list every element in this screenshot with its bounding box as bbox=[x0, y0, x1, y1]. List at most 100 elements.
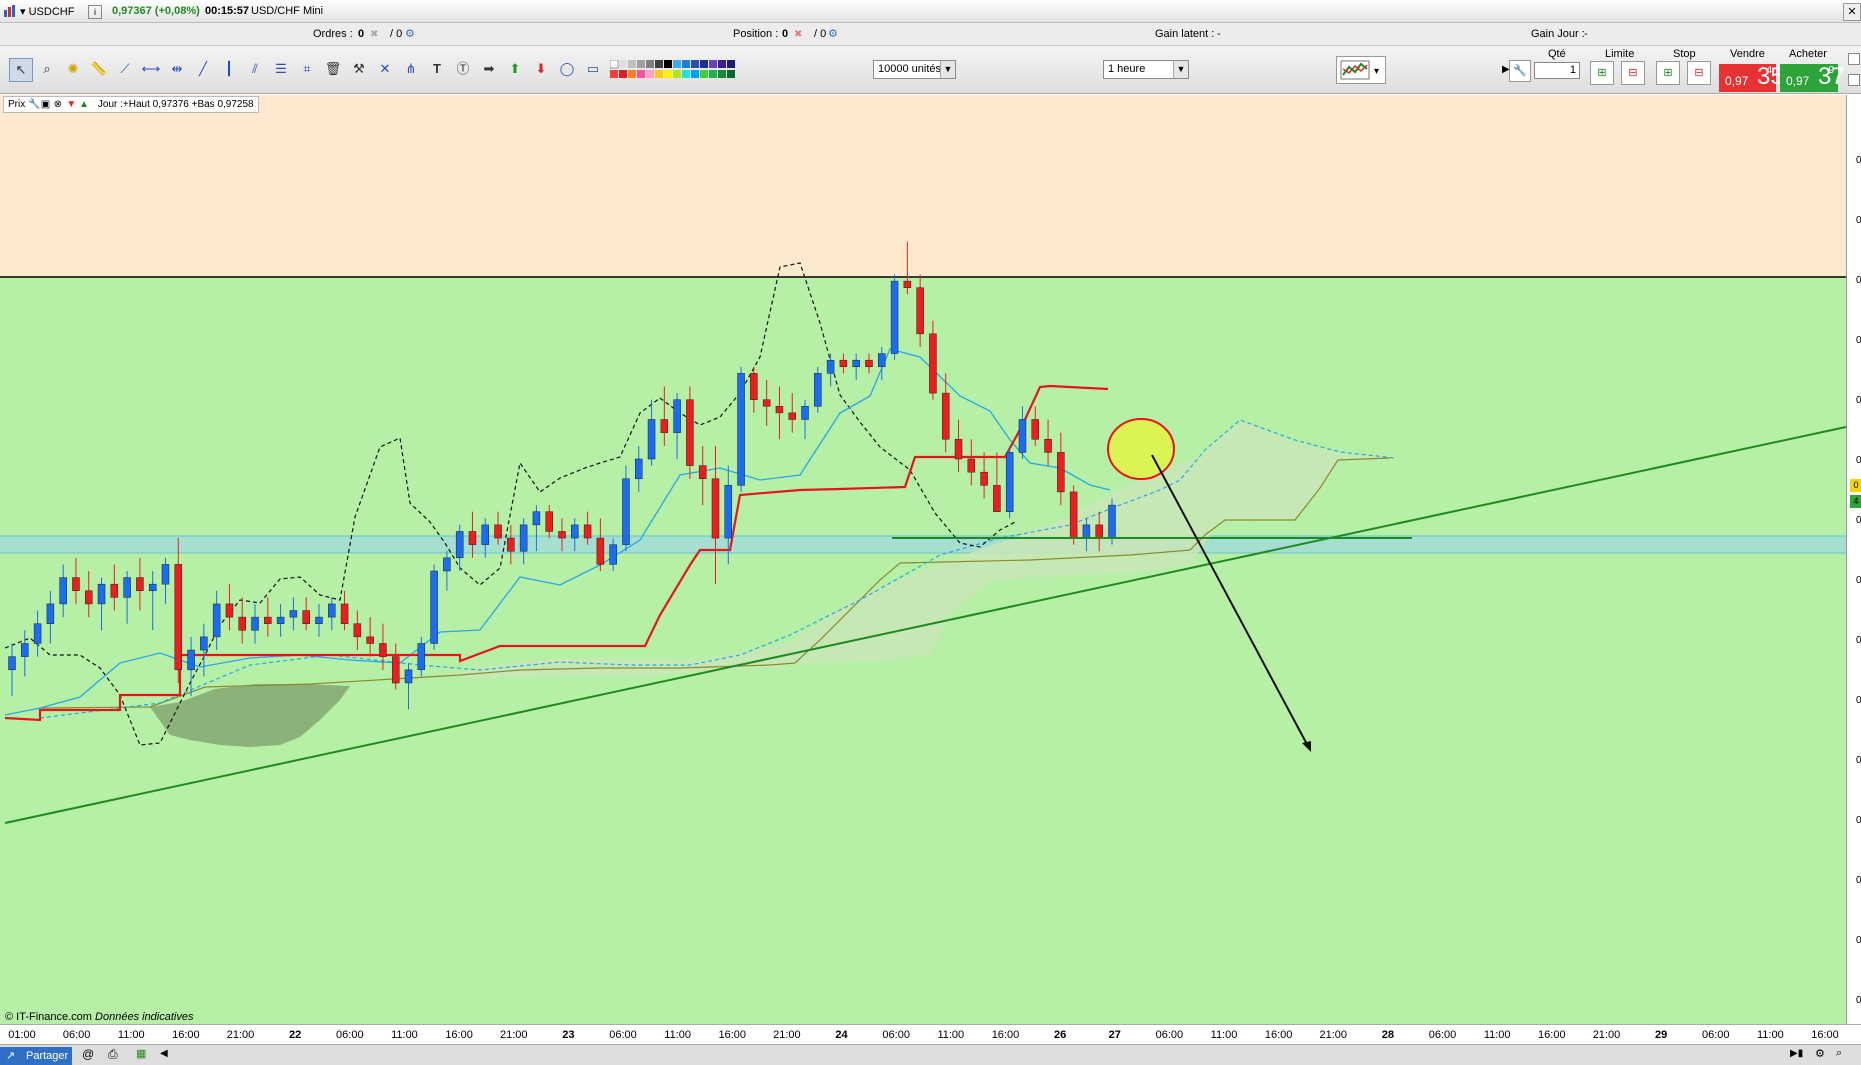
time-axis-day-label: 29 bbox=[1654, 1029, 1668, 1041]
diagonal-line-icon[interactable]: ╱ bbox=[192, 58, 214, 80]
trendline-icon[interactable]: ⟋ bbox=[114, 58, 136, 80]
bearish-candle bbox=[967, 458, 976, 473]
time-axis-day-label: 23 bbox=[562, 1029, 575, 1041]
vertical-line-icon[interactable]: ┃ bbox=[218, 58, 240, 80]
legend-daily-range: Jour :+Haut 0,97376 +Bas 0,97258 bbox=[97, 99, 254, 110]
bearish-candle bbox=[353, 623, 362, 638]
price-axis-label: 0 bbox=[1856, 455, 1861, 466]
time-axis-label: 11:00 bbox=[937, 1029, 965, 1041]
pointer-icon[interactable]: ↖ bbox=[9, 58, 33, 82]
time-axis-label: 11:00 bbox=[117, 1029, 145, 1041]
color-palette[interactable] bbox=[609, 59, 765, 83]
bearish-candle bbox=[686, 399, 694, 466]
stop-sell-icon[interactable]: ⊟ bbox=[1687, 61, 1711, 85]
arrow-up-icon[interactable]: ⬆ bbox=[504, 58, 526, 80]
info-icon[interactable]: i bbox=[88, 5, 102, 19]
legend-wrench-icon[interactable]: 🔧 bbox=[28, 97, 40, 112]
legend-close-icon[interactable]: ⊗ bbox=[54, 97, 64, 112]
position-settings-icon[interactable]: ⚙ bbox=[828, 27, 838, 40]
checkbox-2[interactable] bbox=[1848, 74, 1860, 86]
bullish-candle bbox=[161, 564, 170, 585]
arrow-right-icon[interactable]: ➡ bbox=[478, 58, 500, 80]
bearish-candle bbox=[1031, 419, 1040, 440]
time-axis-label: 11:00 bbox=[1210, 1029, 1238, 1041]
quantity-select[interactable]: 10000 unités ▼ bbox=[873, 60, 956, 79]
time-axis-label: 21:00 bbox=[773, 1029, 801, 1041]
scroll-left-icon[interactable]: ◀ bbox=[160, 1048, 168, 1059]
price-axis[interactable]: 0 0 0 0 0 0 0 0 0 0 0 0 0 0 0 0 4 bbox=[1846, 95, 1861, 1024]
horizontal-line-icon[interactable]: ⟷ bbox=[140, 58, 162, 80]
fibonacci-icon[interactable]: ☰ bbox=[270, 58, 292, 80]
limit-sell-icon[interactable]: ⊟ bbox=[1621, 61, 1645, 85]
legend-window-icon[interactable]: ▣ bbox=[41, 97, 51, 112]
bullish-candle bbox=[289, 610, 298, 618]
position-separator: / 0 bbox=[814, 28, 827, 40]
excel-icon[interactable]: ▦ bbox=[136, 1047, 146, 1060]
stop-buy-icon[interactable]: ⊞ bbox=[1656, 61, 1680, 85]
channel-icon[interactable]: ⫽ bbox=[244, 58, 266, 80]
time-axis[interactable]: 01:00 06:00 11:00 16:00 21:00 22 06:00 11:00 16:… bbox=[0, 1024, 1861, 1045]
bullish-candle bbox=[622, 478, 630, 545]
settings-icon[interactable]: ⚙ bbox=[1815, 1047, 1825, 1060]
checkbox-1[interactable] bbox=[1848, 53, 1860, 65]
zoom-out-icon[interactable]: ⌕ bbox=[1836, 1047, 1842, 1060]
time-axis-label: 21:00 bbox=[499, 1029, 528, 1041]
bullish-candle bbox=[8, 656, 16, 671]
qty-label: Qté bbox=[1548, 48, 1566, 60]
time-axis-label: 06:00 bbox=[609, 1029, 637, 1041]
sell-button[interactable]: 0,97 35 4 bbox=[1719, 63, 1784, 92]
time-axis-label: 11:00 bbox=[1757, 1029, 1784, 1041]
zoom-icon[interactable]: ⌕ bbox=[36, 58, 58, 80]
price-chart[interactable] bbox=[0, 95, 1861, 1032]
wrench-icon[interactable]: 🔧 bbox=[1509, 60, 1531, 82]
bearish-candle bbox=[302, 610, 310, 624]
bearish-candle bbox=[660, 419, 669, 433]
bullish-candle bbox=[801, 406, 809, 420]
symbol-dropdown[interactable]: ▾ USDCHF bbox=[20, 5, 74, 18]
bearish-candle bbox=[558, 531, 566, 539]
timeframe-select[interactable]: 1 heure ▼ bbox=[1103, 60, 1189, 79]
rectangle-icon[interactable]: ▭ bbox=[582, 58, 604, 80]
close-icon[interactable]: ✕ bbox=[1843, 3, 1861, 21]
hammer-icon[interactable]: ⚒ bbox=[348, 58, 370, 80]
comment-icon[interactable]: Ⓣ bbox=[452, 58, 474, 80]
time-axis-day-label: 26 bbox=[1053, 1029, 1067, 1041]
time-axis-label: 16:00 bbox=[445, 1029, 473, 1041]
ellipse-icon[interactable]: ◯ bbox=[556, 58, 578, 80]
chart-legend[interactable]: Prix 🔧 ▣ ⊗ ▼ ▲ Jour :+Haut 0,97376 +Bas … bbox=[3, 96, 259, 113]
bearish-candle bbox=[391, 656, 400, 684]
bearish-candle bbox=[264, 616, 272, 624]
limit-buy-icon[interactable]: ⊞ bbox=[1590, 61, 1614, 85]
trash-icon[interactable]: 🗑 bbox=[322, 58, 344, 80]
bearish-candle bbox=[494, 524, 502, 539]
bullish-candle bbox=[97, 583, 106, 605]
sell-price-pip: 4 bbox=[1766, 65, 1772, 76]
bullish-candle bbox=[814, 373, 822, 407]
legend-down-icon[interactable]: ▼ bbox=[66, 97, 76, 112]
fibonacci-fan-icon[interactable]: ⌗ bbox=[296, 58, 318, 80]
alert-icon[interactable]: ✺ bbox=[62, 58, 84, 80]
time-axis-label: 16:00 bbox=[991, 1029, 1020, 1041]
text-icon[interactable]: T bbox=[426, 58, 448, 80]
buy-price-prefix: 0,97 bbox=[1786, 74, 1810, 88]
buy-button[interactable]: 0,97 37 9 bbox=[1780, 63, 1845, 92]
scroll-right-icon[interactable]: ▶▮ bbox=[1790, 1048, 1803, 1059]
orders-settings-icon[interactable]: ⚙ bbox=[405, 27, 415, 40]
bearish-candle bbox=[941, 392, 950, 440]
print-icon[interactable]: ⎙ bbox=[108, 1047, 118, 1062]
indicators-icon[interactable]: ▾ bbox=[1336, 56, 1386, 84]
qty-input[interactable]: 1 bbox=[1534, 62, 1580, 79]
price-axis-label: 0 bbox=[1856, 275, 1861, 286]
at-icon[interactable]: @ bbox=[82, 1047, 94, 1061]
orders-cancel-icon[interactable]: ✖ bbox=[370, 29, 378, 40]
bullish-candle bbox=[532, 511, 541, 526]
arrow-down-icon[interactable]: ⬇ bbox=[530, 58, 552, 80]
horizontal-ray-icon[interactable]: ⇹ bbox=[166, 58, 188, 80]
time-axis-day-label: 27 bbox=[1108, 1029, 1121, 1041]
bearish-candle bbox=[980, 471, 988, 486]
crossed-lines-icon[interactable]: ✕ bbox=[374, 58, 396, 80]
ruler-icon[interactable]: 📏 bbox=[88, 58, 110, 80]
pitchfork-icon[interactable]: ⋔ bbox=[400, 58, 422, 80]
position-close-icon[interactable]: ✖ bbox=[794, 29, 802, 40]
legend-up-icon[interactable]: ▲ bbox=[79, 97, 89, 112]
